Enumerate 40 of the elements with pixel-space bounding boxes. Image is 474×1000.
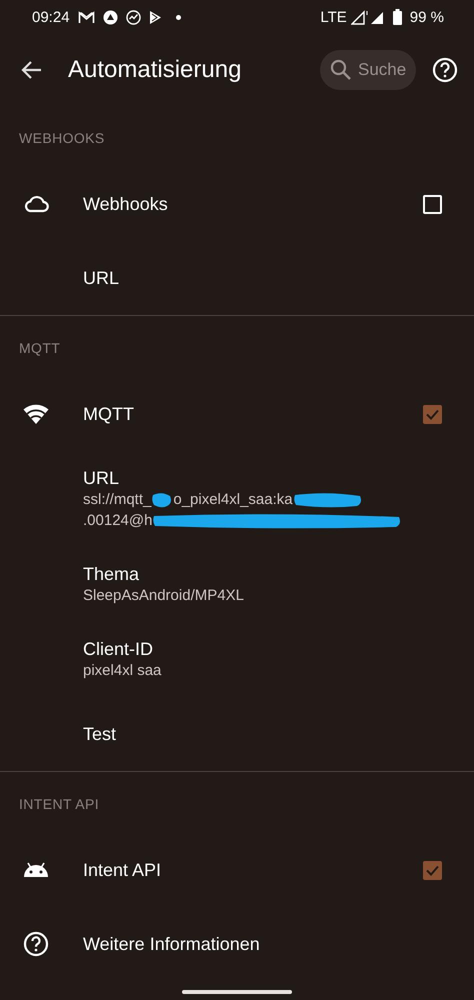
setting-value: ssl://mqtt_	[83, 490, 152, 510]
help-icon	[23, 931, 49, 957]
setting-value: pixel4xl saa	[83, 661, 162, 681]
section-header: WEBHOOKS	[18, 129, 106, 148]
setting-title: URL	[83, 467, 120, 489]
help-button[interactable]	[432, 57, 458, 83]
checkbox[interactable]	[423, 860, 442, 880]
section-header: MQTT	[18, 339, 62, 358]
search-field[interactable]: Suche	[320, 50, 416, 90]
setting-title: MQTT	[83, 403, 134, 425]
back-button[interactable]	[20, 60, 42, 80]
checkbox[interactable]	[423, 404, 442, 424]
battery-icon	[392, 9, 402, 25]
setting-value: o_pixel4xl_saa:ka	[173, 490, 293, 510]
setting-title: Client-ID	[83, 638, 154, 660]
app-icon	[102, 10, 118, 24]
signal-icon	[350, 10, 385, 24]
setting-title: Test	[83, 723, 116, 745]
checkbox[interactable]	[423, 194, 442, 214]
setting-title: Thema	[83, 563, 140, 585]
navigation-handle[interactable]	[182, 990, 292, 994]
setting-value: SleepAsAndroid/MP4XL	[83, 586, 244, 606]
play-icon	[148, 10, 162, 24]
dot-icon	[176, 14, 181, 20]
setting-title: URL	[83, 267, 120, 289]
setting-title: Weitere Informationen	[83, 933, 260, 955]
battery-level: 99 %	[410, 8, 444, 26]
status-time: 09:24	[32, 8, 70, 26]
page-title: Automatisierung	[68, 56, 242, 84]
network-type: LTE	[320, 8, 347, 26]
section-header: INTENT API	[18, 795, 100, 814]
setting-value: .00124@h	[83, 511, 152, 531]
chart-icon	[126, 10, 141, 24]
setting-title: Intent API	[83, 859, 162, 881]
setting-title: Webhooks	[83, 193, 168, 215]
mail-icon	[78, 10, 95, 24]
cloud-icon	[23, 195, 49, 213]
wifi-icon	[23, 403, 49, 425]
android-icon	[23, 862, 49, 878]
search-icon	[330, 59, 352, 81]
